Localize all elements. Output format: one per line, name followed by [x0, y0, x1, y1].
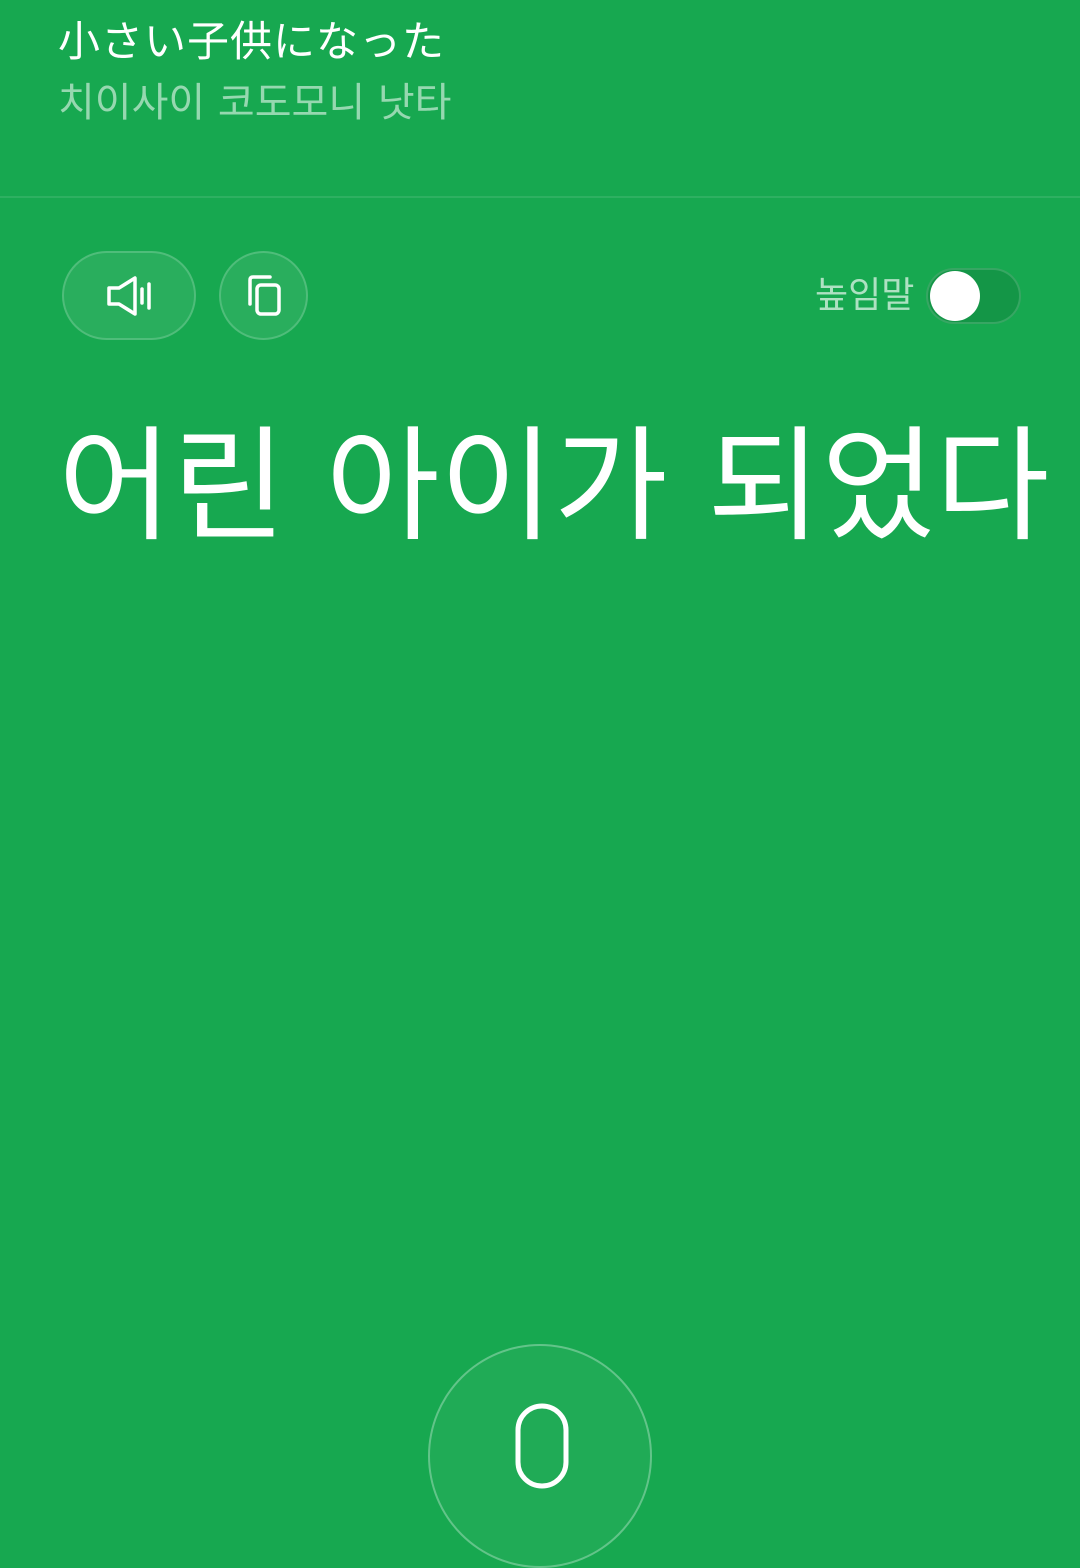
honorific-toggle[interactable] [926, 268, 1021, 324]
honorific-label: 높임말 [815, 275, 915, 316]
speak-button[interactable] [62, 251, 196, 340]
microphone-button[interactable] [428, 1344, 652, 1568]
source-pronunciation: 치이사이 코도모니 낫타 [58, 80, 452, 126]
microphone-icon [515, 1403, 569, 1489]
speaker-icon [107, 275, 151, 316]
copy-icon [247, 274, 281, 316]
toggle-knob [930, 271, 980, 321]
copy-button[interactable] [219, 251, 308, 340]
source-panel: 小さい子供になった 치이사이 코도모니 낫타 [0, 0, 1080, 198]
translation-text: 어린 아이가 되었다 [58, 415, 1050, 559]
source-text: 小さい子供になった [58, 17, 446, 66]
